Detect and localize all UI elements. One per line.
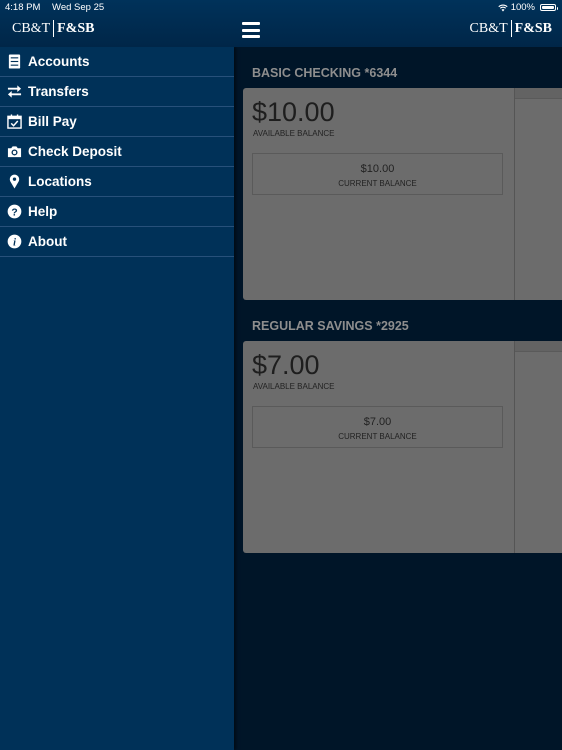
svg-text:i: i — [13, 238, 16, 249]
current-balance-label: CURRENT BALANCE — [338, 179, 417, 188]
wifi-icon — [498, 4, 508, 11]
sidebar-item-locations[interactable]: Locations — [0, 167, 234, 197]
available-balance-label: AVAILABLE BALANCE — [253, 129, 335, 138]
status-bar: 4:18 PM Wed Sep 25 100% — [0, 0, 562, 16]
status-date: Wed Sep 25 — [52, 2, 105, 13]
hamburger-icon-bar — [242, 35, 260, 38]
map-pin-icon — [6, 174, 22, 190]
current-balance-value: $7.00 — [363, 416, 392, 428]
logo-text-cbt: CB&T — [469, 20, 508, 36]
bank-logo-right: CB&T F&SB — [470, 20, 552, 37]
question-circle-icon: ? — [6, 204, 22, 220]
sidebar-item-check-deposit[interactable]: Check Deposit — [0, 137, 234, 167]
card-side-tab — [515, 88, 562, 99]
sidebar-item-about[interactable]: i About — [0, 227, 234, 257]
account-title: REGULAR SAVINGS *2925 — [252, 319, 409, 333]
current-balance-box: $10.00 CURRENT BALANCE — [252, 153, 503, 195]
available-balance-value: $7.00 — [252, 350, 320, 380]
logo-text-cbt: CB&T — [12, 20, 51, 36]
sidebar-item-label: Bill Pay — [28, 114, 77, 129]
sidebar-item-label: Locations — [28, 174, 92, 189]
info-circle-icon: i — [6, 234, 22, 250]
sidebar-item-label: Accounts — [28, 54, 90, 69]
top-bar: 4:18 PM Wed Sep 25 100% CB&T F&SB CB&T F… — [0, 0, 562, 47]
logo-text-fsb: F&SB — [514, 20, 552, 36]
calendar-check-icon — [6, 114, 22, 130]
battery-icon — [540, 4, 558, 11]
logo-divider — [53, 20, 55, 37]
current-balance-value: $10.00 — [360, 163, 395, 175]
bank-logo: CB&T F&SB — [12, 20, 94, 37]
sidebar-item-transfers[interactable]: Transfers — [0, 77, 234, 107]
sidebar-item-label: Help — [28, 204, 58, 219]
account-card-savings[interactable]: $7.00 AVAILABLE BALANCE $7.00 CURRENT BA… — [243, 341, 562, 553]
available-balance-value: $10.00 — [252, 97, 335, 127]
sidebar-item-label: Check Deposit — [28, 144, 122, 159]
battery-percent: 100% — [510, 2, 535, 13]
camera-icon — [6, 144, 22, 160]
sidebar-item-label: Transfers — [28, 84, 89, 99]
account-title: BASIC CHECKING *6344 — [252, 66, 398, 80]
logo-text-fsb: F&SB — [57, 20, 95, 36]
hamburger-menu-button[interactable] — [242, 22, 260, 38]
available-balance-label: AVAILABLE BALANCE — [253, 382, 335, 391]
status-time: 4:18 PM — [5, 2, 41, 13]
svg-text:?: ? — [11, 207, 17, 218]
account-card-checking[interactable]: $10.00 AVAILABLE BALANCE $10.00 CURRENT … — [243, 88, 562, 300]
accounts-icon — [6, 54, 22, 70]
card-side-tab — [515, 341, 562, 352]
card-side-panel — [514, 341, 562, 553]
sidebar-item-accounts[interactable]: Accounts — [0, 47, 234, 77]
card-side-panel — [514, 88, 562, 300]
current-balance-box: $7.00 CURRENT BALANCE — [252, 406, 503, 448]
sidebar-item-help[interactable]: ? Help — [0, 197, 234, 227]
side-menu: Accounts Transfers Bill Pay Check Deposi… — [0, 47, 234, 750]
current-balance-label: CURRENT BALANCE — [338, 432, 417, 441]
hamburger-icon — [242, 22, 260, 25]
transfer-arrows-icon — [6, 84, 22, 100]
logo-divider — [510, 20, 512, 37]
accounts-main-panel: BASIC CHECKING *6344 $10.00 AVAILABLE BA… — [234, 47, 562, 750]
sidebar-item-label: About — [28, 234, 67, 249]
hamburger-icon-bar — [242, 28, 260, 32]
sidebar-item-bill-pay[interactable]: Bill Pay — [0, 107, 234, 137]
